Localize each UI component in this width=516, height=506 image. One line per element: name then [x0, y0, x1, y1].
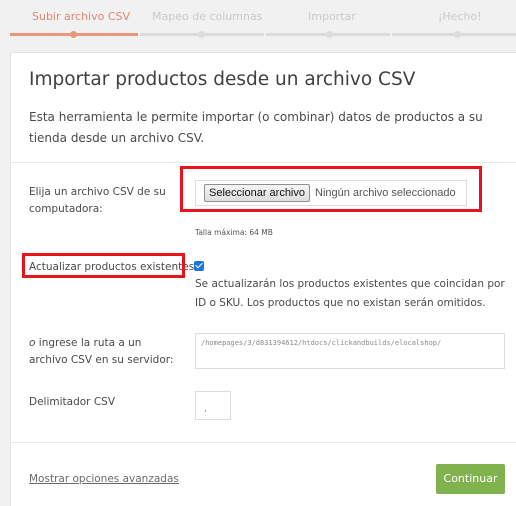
divider-top [11, 162, 516, 163]
delimiter-input[interactable]: , [195, 391, 231, 420]
step-done: ¡Hecho! [438, 10, 482, 23]
highlight-update-existing [22, 253, 185, 278]
divider-bottom [11, 442, 516, 443]
import-form-card: Importar productos desde un archivo CSV … [10, 52, 516, 506]
page-intro: Esta herramienta le permite importar (o … [29, 110, 483, 145]
step-dot-mapping [198, 31, 205, 38]
update-existing-description: Se actualizarán los productos existentes… [195, 278, 505, 309]
step-upload-csv: Subir archivo CSV [32, 10, 131, 23]
step-dot-done [454, 31, 461, 38]
show-advanced-options-link[interactable]: Mostrar opciones avanzadas [29, 473, 179, 485]
server-path-label-rest: ingrese la ruta a un archivo CSV en su s… [29, 337, 174, 366]
import-steps: Subir archivo CSV Mapeo de columnas Impo… [0, 0, 516, 40]
step-import: Importar [308, 10, 356, 23]
file-upload-label: Elija un archivo CSV de su computadora: [29, 186, 166, 215]
continue-button[interactable]: Continuar [436, 464, 505, 494]
delimiter-label: Delimitador CSV [29, 396, 115, 408]
step-column-mapping: Mapeo de columnas [152, 10, 263, 23]
step-dot-import [326, 31, 333, 38]
update-existing-checkbox[interactable] [194, 261, 204, 271]
max-file-size: Talla máxima: 64 MB [195, 228, 273, 237]
step-dot-upload [70, 31, 77, 38]
server-path-input[interactable]: /homepages/3/d831394612/htdocs/clickandb… [195, 333, 505, 369]
highlight-file-input [180, 166, 482, 212]
server-path-label: o ingrese la ruta a un archivo CSV en su… [29, 335, 179, 369]
page-title: Importar productos desde un archivo CSV [29, 69, 416, 90]
